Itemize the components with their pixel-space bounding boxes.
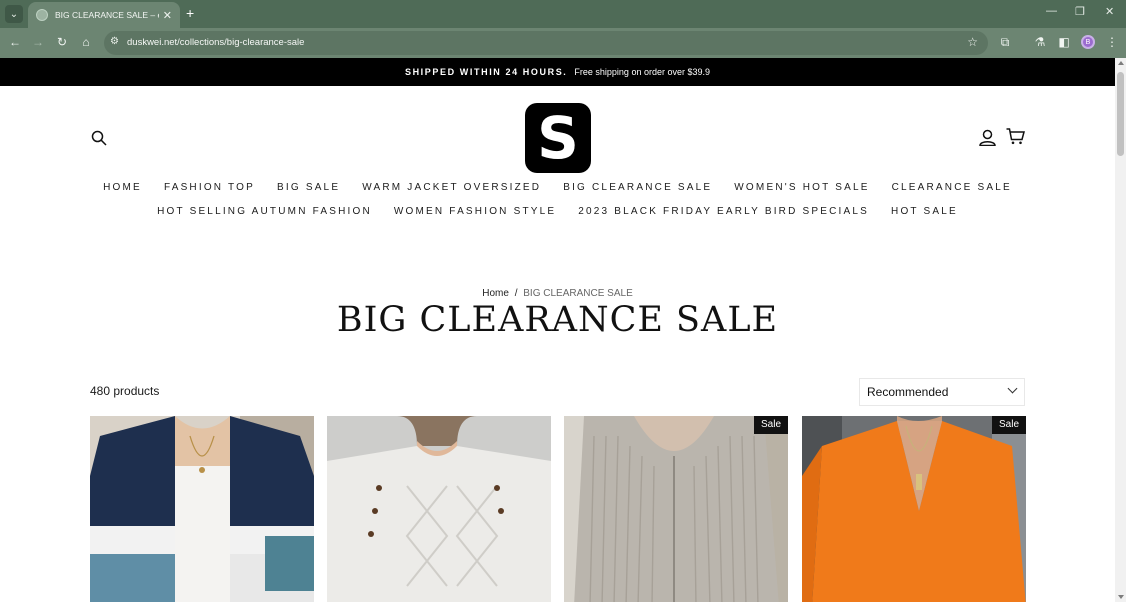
menu-kebab-icon[interactable]: ⋮	[1104, 35, 1120, 49]
cart-icon[interactable]	[1006, 128, 1025, 145]
site-info-icon[interactable]: ⚙	[110, 36, 119, 47]
product-image-zip-hoodie[interactable]	[564, 416, 788, 602]
product-card[interactable]: Sale	[564, 416, 788, 602]
nav-hot-selling-autumn-fashion[interactable]: HOT SELLING AUTUMN FASHION	[157, 206, 372, 217]
close-tab-icon[interactable]: ✕	[163, 9, 172, 22]
tab-title: BIG CLEARANCE SALE – establi	[55, 10, 159, 20]
chevron-down-icon	[1007, 383, 1018, 394]
product-image-cardigan[interactable]	[90, 416, 314, 602]
browser-tab-bar: ⌄ BIG CLEARANCE SALE – establi ✕ + — ❐ ✕	[0, 0, 1126, 28]
product-image-orange-sweater[interactable]	[802, 416, 1026, 602]
nav-hot-sale[interactable]: HOT SALE	[891, 206, 958, 217]
side-panel-icon[interactable]: ◧	[1056, 35, 1072, 49]
scrollbar-thumb[interactable]	[1117, 72, 1124, 156]
nav-black-friday-specials[interactable]: 2023 BLACK FRIDAY EARLY BIRD SPECIALS	[578, 206, 869, 217]
announcement-bold: SHIPPED WITHIN 24 HOURS.	[404, 67, 568, 77]
back-icon[interactable]: ←	[7, 35, 23, 49]
product-card[interactable]	[327, 416, 551, 602]
announcement-bar: SHIPPED WITHIN 24 HOURS. Free shipping o…	[0, 58, 1115, 86]
reload-icon[interactable]: ↻	[54, 35, 70, 49]
favicon-icon	[36, 9, 48, 21]
sale-badge: Sale	[991, 416, 1026, 434]
nav-warm-jacket-oversized[interactable]: WARM JACKET OVERSIZED	[362, 182, 541, 193]
restore-icon[interactable]: ❐	[1075, 5, 1085, 18]
scroll-down-icon[interactable]	[1118, 595, 1124, 599]
product-count: 480 products	[90, 384, 160, 398]
product-image-cable-knit[interactable]	[327, 416, 551, 602]
nav-big-sale[interactable]: BIG SALE	[277, 182, 340, 193]
product-card[interactable]	[90, 416, 314, 602]
bookmark-star-icon[interactable]: ☆	[967, 35, 978, 49]
breadcrumb-separator: /	[514, 288, 518, 299]
announcement-text: Free shipping on order over $39.9	[574, 67, 710, 77]
profile-avatar[interactable]: B	[1081, 35, 1095, 49]
nav-women-fashion-style[interactable]: WOMEN FASHION STYLE	[394, 206, 556, 217]
address-bar[interactable]: ⚙ duskwei.net/collections/big-clearance-…	[104, 31, 988, 55]
nav-big-clearance-sale[interactable]: BIG CLEARANCE SALE	[563, 182, 712, 193]
search-icon[interactable]	[91, 130, 107, 146]
browser-toolbar: ← → ↻ ⌂ ⚙ duskwei.net/collections/big-cl…	[0, 28, 1126, 58]
main-nav-row-1: HOME FASHION TOP BIG SALE WARM JACKET OV…	[0, 182, 1115, 193]
product-card[interactable]: Sale	[802, 416, 1026, 602]
account-icon[interactable]	[979, 129, 996, 146]
labs-icon[interactable]: ⚗	[1032, 35, 1048, 49]
breadcrumb-home[interactable]: Home	[482, 288, 509, 299]
scroll-up-icon[interactable]	[1118, 61, 1124, 65]
browser-tab[interactable]: BIG CLEARANCE SALE – establi ✕	[28, 2, 180, 28]
web-page: SHIPPED WITHIN 24 HOURS. Free shipping o…	[0, 58, 1115, 602]
nav-home[interactable]: HOME	[103, 182, 142, 193]
main-nav-row-2: HOT SELLING AUTUMN FASHION WOMEN FASHION…	[0, 206, 1115, 217]
minimize-icon[interactable]: —	[1046, 5, 1057, 17]
sale-badge: Sale	[753, 416, 788, 434]
new-tab-icon[interactable]: +	[186, 5, 194, 21]
forward-icon[interactable]: →	[30, 35, 46, 49]
home-icon[interactable]: ⌂	[78, 35, 94, 49]
tab-search-button[interactable]: ⌄	[5, 5, 23, 23]
breadcrumb-current: BIG CLEARANCE SALE	[523, 288, 633, 299]
store-logo[interactable]: S	[525, 103, 591, 173]
nav-clearance-sale[interactable]: CLEARANCE SALE	[892, 182, 1012, 193]
nav-womens-hot-sale[interactable]: WOMEN'S HOT SALE	[734, 182, 869, 193]
sort-select[interactable]: Recommended	[859, 378, 1025, 406]
page-title: BIG CLEARANCE SALE	[336, 300, 779, 340]
page-scrollbar[interactable]	[1115, 58, 1126, 602]
breadcrumb: Home / BIG CLEARANCE SALE	[0, 288, 1115, 299]
close-window-icon[interactable]: ✕	[1105, 5, 1114, 18]
extensions-icon[interactable]: ⧉	[997, 35, 1013, 50]
nav-fashion-top[interactable]: FASHION TOP	[164, 182, 255, 193]
sort-selected-value: Recommended	[867, 385, 949, 399]
url-text: duskwei.net/collections/big-clearance-sa…	[127, 37, 305, 48]
